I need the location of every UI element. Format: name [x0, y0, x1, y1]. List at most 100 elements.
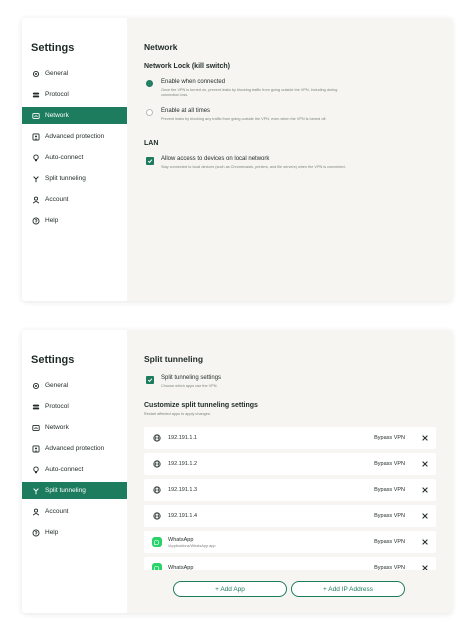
radio-enable-at-all-times[interactable]	[146, 109, 153, 116]
split-tunneling-content: Split tunneling Split tunneling settings…	[127, 330, 452, 613]
whatsapp-icon	[151, 563, 162, 570]
sidebar-item-label: Account	[45, 196, 69, 203]
user-icon	[32, 196, 40, 203]
sidebar-item-split-tunneling[interactable]: Split tunneling	[22, 482, 127, 499]
add-app-button[interactable]: + Add App	[173, 581, 287, 597]
close-icon	[422, 565, 428, 570]
sidebar-item-label: Protocol	[45, 91, 69, 98]
bypass-vpn-dropdown[interactable]: Bypass VPN	[374, 435, 405, 441]
row-path: /Applications/WhatsApp.app	[168, 543, 216, 548]
sidebar-item-label: General	[45, 382, 69, 389]
row-name: 192.191.1.4	[168, 513, 198, 519]
bulb-icon	[33, 466, 39, 473]
row-text: WhatsApp	[168, 565, 374, 570]
user-icon	[32, 508, 40, 515]
sidebar-item-account[interactable]: Account	[22, 503, 127, 520]
sidebar-item-general[interactable]: General	[22, 377, 127, 394]
ip-icon-wrapper	[151, 459, 162, 470]
checkmark-icon	[147, 159, 153, 164]
customize-description: Restart affected apps to apply changes.	[144, 412, 211, 416]
row-text: WhatsApp/Applications/WhatsApp.app	[168, 537, 374, 548]
sidebar-item-label: Protocol	[45, 403, 69, 410]
radio-enable-when-connected[interactable]	[146, 80, 153, 87]
close-icon	[422, 461, 428, 467]
close-icon	[422, 539, 428, 545]
sidebar-item-label: Account	[45, 508, 69, 515]
split-tunneling-list: 192.191.1.1 Bypass VPN 192.191.1.2 Bypass V…	[144, 427, 436, 570]
help-icon	[32, 217, 40, 224]
option-label: Allow access to devices on local network	[161, 156, 270, 162]
lan-heading: LAN	[144, 140, 159, 147]
sidebar-item-auto-connect[interactable]: Auto-connect	[22, 461, 127, 478]
sidebar-item-label: Network	[45, 424, 69, 431]
sidebar-item-protocol[interactable]: Protocol	[22, 398, 127, 415]
ip-icon-wrapper	[151, 511, 162, 522]
bulb-icon	[33, 154, 39, 161]
checkbox-split-tunneling[interactable]	[146, 376, 154, 384]
bypass-vpn-dropdown[interactable]: Bypass VPN	[374, 461, 405, 467]
remove-button[interactable]	[420, 485, 430, 495]
shield-icon	[32, 445, 40, 452]
protocol-icon	[32, 404, 40, 409]
remove-button[interactable]	[420, 511, 430, 521]
bypass-vpn-dropdown[interactable]: Bypass VPN	[374, 539, 405, 545]
row-text: 192.191.1.1	[168, 435, 374, 441]
option-label: Split tunneling settings	[161, 375, 222, 381]
network-icon	[32, 112, 40, 119]
sidebar-item-label: General	[45, 70, 69, 77]
bypass-vpn-dropdown[interactable]: Bypass VPN	[374, 487, 405, 493]
sidebar-item-general[interactable]: General	[22, 65, 127, 82]
settings-window-split-tunneling: Settings General Protocol Network Advanced …	[22, 330, 452, 613]
sidebar-item-label: Split tunneling	[45, 487, 86, 494]
sidebar-item-help[interactable]: Help	[22, 524, 127, 541]
remove-button[interactable]	[420, 459, 430, 469]
option-label: Enable when connected	[161, 79, 226, 85]
checkbox-allow-local-network[interactable]	[146, 157, 154, 165]
list-item: WhatsApp/Applications/WhatsApp.app Bypass…	[144, 531, 436, 553]
split-icon	[33, 487, 39, 494]
settings-window-network: Settings General Protocol Network Advanced …	[22, 18, 452, 301]
sidebar-item-label: Advanced protection	[45, 445, 105, 452]
remove-button[interactable]	[420, 537, 430, 547]
sidebar-item-advanced-protection[interactable]: Advanced protection	[22, 440, 127, 457]
sidebar-item-auto-connect[interactable]: Auto-connect	[22, 149, 127, 166]
sidebar-item-network[interactable]: Network	[22, 107, 127, 124]
list-item: 192.191.1.4 Bypass VPN	[144, 505, 436, 527]
sidebar-item-account[interactable]: Account	[22, 191, 127, 208]
sidebar-item-label: Advanced protection	[45, 133, 105, 140]
sidebar: Settings General Protocol Network Advanced …	[22, 18, 127, 301]
sidebar-item-protocol[interactable]: Protocol	[22, 86, 127, 103]
app-icon-wrapper	[151, 563, 162, 570]
sidebar-nav: General Protocol Network Advanced protectio…	[22, 377, 127, 545]
bypass-vpn-dropdown[interactable]: Bypass VPN	[374, 513, 405, 519]
row-name: 192.191.1.1	[168, 435, 198, 441]
page-title: Network	[144, 42, 178, 52]
row-text: 192.191.1.3	[168, 487, 374, 493]
sidebar-item-label: Split tunneling	[45, 175, 86, 182]
sidebar-item-split-tunneling[interactable]: Split tunneling	[22, 170, 127, 187]
globe-icon	[152, 434, 161, 442]
remove-button[interactable]	[420, 563, 430, 570]
checkmark-icon	[147, 378, 153, 383]
sidebar-item-label: Auto-connect	[45, 466, 84, 473]
sidebar-item-advanced-protection[interactable]: Advanced protection	[22, 128, 127, 145]
page-title: Split tunneling	[144, 354, 204, 364]
list-item: WhatsApp Bypass VPN	[144, 557, 436, 570]
globe-icon	[152, 512, 161, 520]
customize-heading: Customize split tunneling settings	[144, 402, 258, 409]
option-description: Prevent leaks by blocking any traffic fr…	[161, 117, 327, 121]
remove-button[interactable]	[420, 433, 430, 443]
sidebar-title: Settings	[31, 354, 75, 366]
option-description: Choose which apps use the VPN.	[161, 384, 218, 388]
gear-icon	[32, 70, 40, 77]
sidebar-nav: General Protocol Network Advanced protectio…	[22, 65, 127, 233]
sidebar-item-network[interactable]: Network	[22, 419, 127, 436]
add-ip-address-button[interactable]: + Add IP Address	[291, 581, 405, 597]
sidebar-item-help[interactable]: Help	[22, 212, 127, 229]
sidebar-item-label: Help	[45, 529, 59, 536]
row-name: 192.191.1.2	[168, 461, 198, 467]
network-settings-content: Network Network Lock (kill switch) Enabl…	[127, 18, 452, 301]
sidebar-item-label: Auto-connect	[45, 154, 84, 161]
whatsapp-icon	[151, 537, 162, 547]
bypass-vpn-dropdown[interactable]: Bypass VPN	[374, 565, 405, 570]
